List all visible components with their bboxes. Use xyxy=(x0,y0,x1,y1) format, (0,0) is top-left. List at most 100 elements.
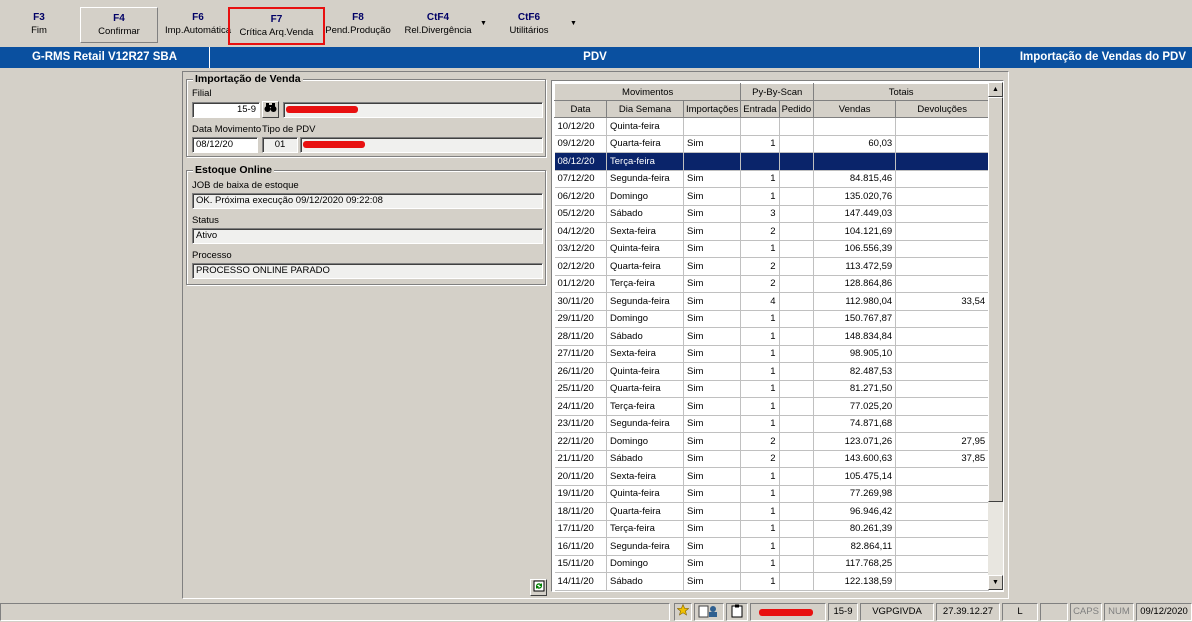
table-row[interactable]: 07/12/20 Segunda-feira Sim 1 84.815,46 xyxy=(554,170,990,188)
toolbar-button-rel-divergencia[interactable]: CtF4 Rel.Divergência xyxy=(400,7,476,43)
table-cell: Quarta-feira xyxy=(606,135,684,153)
table-row[interactable]: 28/11/20 Sábado Sim 1 148.834,84 xyxy=(554,327,990,346)
toolbar-button-imp-automatica[interactable]: F6 Imp.Automática xyxy=(162,7,234,43)
table-cell: Domingo xyxy=(606,187,684,206)
table-row[interactable]: 08/12/20 Terça-feira xyxy=(554,152,990,171)
column-header-pedido[interactable]: Pedido xyxy=(778,100,815,118)
table-row[interactable]: 19/11/20 Quinta-feira Sim 1 77.269,98 xyxy=(554,485,990,503)
table-cell xyxy=(895,380,990,398)
table-cell xyxy=(895,135,990,153)
tipo-pdv-field[interactable]: 01 xyxy=(262,137,298,153)
grid-scrollbar[interactable]: ▲ ▼ xyxy=(988,82,1003,590)
table-cell: 08/12/20 xyxy=(554,152,607,171)
table-cell: Sim xyxy=(683,310,742,328)
filial-label: Filial xyxy=(192,88,212,99)
table-cell: 122.138,59 xyxy=(813,572,897,591)
table-cell: Quinta-feira xyxy=(606,362,684,381)
clipboard-icon[interactable] xyxy=(726,603,748,621)
table-cell: Sim xyxy=(683,135,742,153)
table-row[interactable]: 17/11/20 Terça-feira Sim 1 80.261,39 xyxy=(554,520,990,538)
table-row[interactable]: 03/12/20 Quinta-feira Sim 1 106.556,39 xyxy=(554,240,990,258)
table-cell: 2 xyxy=(740,257,780,276)
dropdown-arrow-icon[interactable]: ▼ xyxy=(480,20,487,27)
table-row[interactable]: 20/11/20 Sexta-feira Sim 1 105.475,14 xyxy=(554,467,990,486)
table-row[interactable]: 24/11/20 Terça-feira Sim 1 77.025,20 xyxy=(554,397,990,416)
scroll-down-icon[interactable]: ▼ xyxy=(988,575,1003,590)
star-icon[interactable] xyxy=(674,603,692,621)
table-cell: Sim xyxy=(683,537,742,556)
user-icon[interactable] xyxy=(694,603,724,621)
table-row[interactable]: 06/12/20 Domingo Sim 1 135.020,76 xyxy=(554,187,990,206)
table-cell: 07/12/20 xyxy=(554,170,607,188)
toolbar-button-fim[interactable]: F3 Fim xyxy=(14,7,64,43)
refresh-icon[interactable] xyxy=(530,579,547,596)
job-field: OK. Próxima execução 09/12/2020 09:22:08 xyxy=(192,193,543,209)
table-cell xyxy=(895,310,990,328)
column-header-dia-semana[interactable]: Dia Semana xyxy=(606,100,684,118)
table-cell xyxy=(779,432,815,451)
table-row[interactable]: 16/11/20 Segunda-feira Sim 1 82.864,11 xyxy=(554,537,990,556)
table-cell xyxy=(683,152,742,171)
table-cell: Terça-feira xyxy=(606,275,684,293)
table-row[interactable]: 09/12/20 Quarta-feira Sim 1 60,03 xyxy=(554,135,990,153)
status-bar: 15-9 VGPGIVDA 27.39.12.27 L CAPS NUM 09/… xyxy=(0,601,1192,622)
table-cell: 117.768,25 xyxy=(813,555,897,573)
table-cell xyxy=(895,502,990,521)
toolbar-key: F8 xyxy=(352,12,364,23)
scroll-thumb[interactable] xyxy=(988,97,1003,502)
movimentos-grid: Movimentos Py-By-Scan Totais Data Dia Se… xyxy=(551,80,1004,592)
table-cell xyxy=(895,275,990,293)
table-row[interactable]: 25/11/20 Quarta-feira Sim 1 81.271,50 xyxy=(554,380,990,398)
column-header-vendas[interactable]: Vendas xyxy=(813,100,897,118)
scroll-up-icon[interactable]: ▲ xyxy=(988,82,1003,97)
table-cell: 05/12/20 xyxy=(554,205,607,223)
tipo-pdv-desc-field xyxy=(300,137,543,153)
table-row[interactable]: 04/12/20 Sexta-feira Sim 2 104.121,69 xyxy=(554,222,990,241)
table-cell xyxy=(779,257,815,276)
table-cell: Sim xyxy=(683,292,742,311)
status-filial: 15-9 xyxy=(828,603,858,621)
toolbar-button-utilitarios[interactable]: CtF6 Utilitários xyxy=(502,7,556,43)
table-cell: Sim xyxy=(683,432,742,451)
table-cell: 03/12/20 xyxy=(554,240,607,258)
filial-field[interactable]: 15-9 xyxy=(192,102,260,118)
table-cell: Terça-feira xyxy=(606,152,684,171)
table-cell: Sim xyxy=(683,222,742,241)
table-row[interactable]: 21/11/20 Sábado Sim 2 143.600,63 37,85 xyxy=(554,450,990,468)
table-cell: Sim xyxy=(683,415,742,433)
table-cell: 28/11/20 xyxy=(554,327,607,346)
table-cell xyxy=(895,537,990,556)
data-movimento-field[interactable]: 08/12/20 xyxy=(192,137,258,153)
toolbar-button-critica-arq-venda[interactable]: F7 Crítica Arq.Venda xyxy=(228,7,325,45)
table-row[interactable]: 26/11/20 Quinta-feira Sim 1 82.487,53 xyxy=(554,362,990,381)
table-row[interactable]: 10/12/20 Quinta-feira xyxy=(554,117,990,136)
table-row[interactable]: 27/11/20 Sexta-feira Sim 1 98.905,10 xyxy=(554,345,990,363)
table-row[interactable]: 30/11/20 Segunda-feira Sim 4 112.980,04 33,54 xyxy=(554,292,990,311)
column-header-importacoes[interactable]: Importações xyxy=(682,100,742,118)
table-row[interactable]: 29/11/20 Domingo Sim 1 150.767,87 xyxy=(554,310,990,328)
toolbar-button-confirmar[interactable]: F4 Confirmar xyxy=(80,7,158,43)
table-cell: 14/11/20 xyxy=(554,572,607,591)
table-cell: 1 xyxy=(740,187,780,206)
column-header-entrada[interactable]: Entrada xyxy=(740,100,780,118)
title-bar: G-RMS Retail V12R27 SBA PDV Importação d… xyxy=(0,47,1192,68)
table-row[interactable]: 01/12/20 Terça-feira Sim 2 128.864,86 xyxy=(554,275,990,293)
dropdown-arrow-icon[interactable]: ▼ xyxy=(570,20,577,27)
table-row[interactable]: 18/11/20 Quarta-feira Sim 1 96.946,42 xyxy=(554,502,990,521)
table-cell: Segunda-feira xyxy=(606,537,684,556)
table-cell xyxy=(779,537,815,556)
table-row[interactable]: 05/12/20 Sábado Sim 3 147.449,03 xyxy=(554,205,990,223)
table-cell: 1 xyxy=(740,135,780,153)
table-row[interactable]: 23/11/20 Segunda-feira Sim 1 74.871,68 xyxy=(554,415,990,433)
toolbar-label: Crítica Arq.Venda xyxy=(239,27,314,38)
toolbar-button-pend-producao[interactable]: F8 Pend.Produção xyxy=(324,7,392,43)
column-header-devolucoes[interactable]: Devoluções xyxy=(895,100,990,118)
table-cell: Sábado xyxy=(606,572,684,591)
table-row[interactable]: 22/11/20 Domingo Sim 2 123.071,26 27,95 xyxy=(554,432,990,451)
module-title: PDV xyxy=(211,47,980,68)
table-row[interactable]: 02/12/20 Quarta-feira Sim 2 113.472,59 xyxy=(554,257,990,276)
table-row[interactable]: 15/11/20 Domingo Sim 1 117.768,25 xyxy=(554,555,990,573)
binoculars-search-icon[interactable] xyxy=(262,101,279,118)
column-header-data[interactable]: Data xyxy=(554,100,607,118)
table-row[interactable]: 14/11/20 Sábado Sim 1 122.138,59 xyxy=(554,572,990,591)
